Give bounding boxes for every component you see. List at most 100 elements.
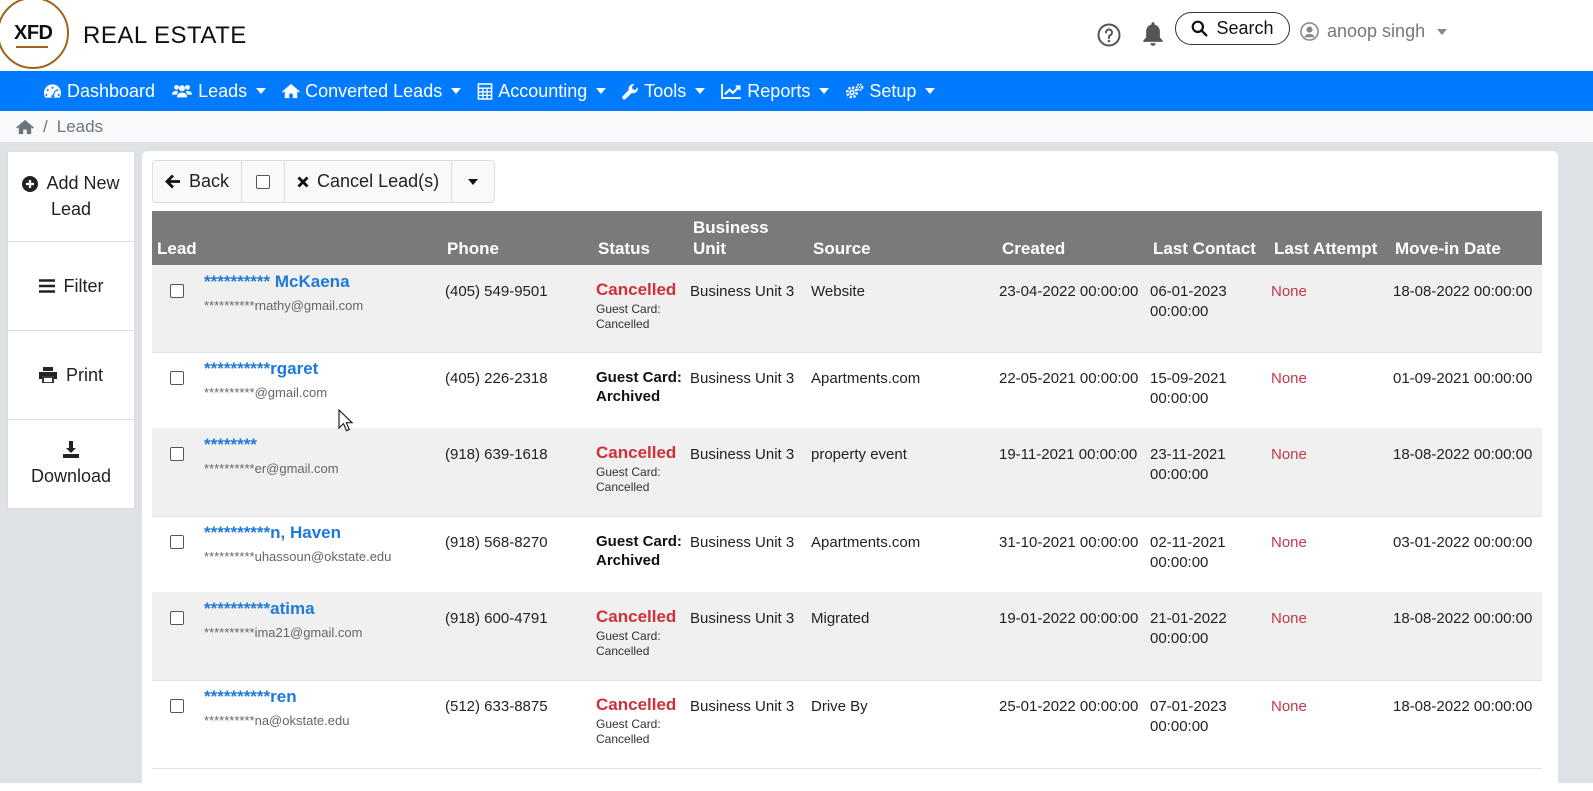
print-button[interactable]: Print: [8, 331, 134, 420]
sidebar-label: Lead: [50, 199, 92, 219]
last-contact-time: 00:00:00: [1150, 390, 1209, 407]
nav-label: Tools: [644, 80, 687, 101]
business-unit: Business Unit 3: [690, 610, 795, 627]
lead-name-link[interactable]: ********** McKaena: [204, 272, 350, 292]
col-move-in-date[interactable]: Move-in Date: [1395, 238, 1501, 259]
last-attempt: None: [1271, 283, 1307, 300]
user-menu[interactable]: anoop singh: [1300, 21, 1448, 42]
last-contact-time: 00:00:00: [1150, 303, 1209, 320]
source: Drive By: [811, 698, 868, 715]
source: Apartments.com: [811, 534, 921, 551]
status-main: Cancelled: [596, 443, 677, 462]
col-source[interactable]: Source: [813, 238, 871, 259]
lead-email: **********er@gmail.com: [204, 461, 339, 476]
filter-button[interactable]: Filter: [8, 242, 134, 331]
lead-email: **********@gmail.com: [204, 385, 328, 400]
lead-email: **********ima21@gmail.com: [204, 625, 363, 640]
status-sub: Archived: [596, 552, 661, 569]
back-button[interactable]: Back: [153, 161, 243, 202]
created-date: 19-01-2022 00:00:00: [999, 610, 1139, 627]
nav-tools[interactable]: Tools: [614, 81, 713, 102]
col-status[interactable]: Status: [598, 238, 650, 259]
status-sub: Guest Card:: [596, 717, 661, 731]
move-in-date: 18-08-2022 00:00:00: [1393, 446, 1533, 463]
table-row[interactable]: ********** McKaena **********rnathy@gmail…: [152, 265, 1542, 353]
row-checkbox[interactable]: [170, 284, 184, 298]
created-date: 22-05-2021 00:00:00: [999, 370, 1139, 387]
chevron-down-icon: [256, 88, 267, 94]
nav-label: Accounting: [498, 80, 588, 101]
table-row[interactable]: ******** **********er@gmail.com (918) 639-…: [152, 428, 1542, 517]
add-new-lead-button[interactable]: Add New Lead: [8, 152, 134, 242]
row-checkbox[interactable]: [170, 699, 184, 713]
help-icon[interactable]: [1097, 23, 1121, 47]
lead-name-link[interactable]: **********atima: [204, 599, 315, 619]
row-checkbox[interactable]: [170, 447, 184, 461]
status-sub: Cancelled: [596, 732, 650, 746]
status-sub: Guest Card:: [596, 629, 661, 643]
nav-leads[interactable]: Leads: [163, 81, 274, 102]
sidebar-label: Download: [30, 466, 112, 486]
nav-accounting[interactable]: Accounting: [469, 81, 614, 102]
checkbox[interactable]: [256, 174, 271, 189]
col-last-attempt[interactable]: Last Attempt: [1274, 238, 1377, 259]
download-button[interactable]: Download: [8, 420, 134, 508]
more-actions-dropdown[interactable]: [452, 161, 494, 202]
line-chart-icon: [721, 83, 742, 99]
lead-name-link[interactable]: **********rgaret: [204, 359, 318, 379]
last-contact-date: 15-09-2021: [1150, 370, 1227, 387]
business-unit: Business Unit 3: [690, 698, 795, 715]
bell-icon[interactable]: [1140, 20, 1166, 48]
select-all-checkbox[interactable]: [242, 161, 286, 202]
move-in-date: 01-09-2021 00:00:00: [1393, 370, 1533, 387]
table-row[interactable]: **********rgaret **********@gmail.com (405…: [152, 352, 1542, 429]
row-checkbox[interactable]: [170, 535, 184, 549]
col-phone[interactable]: Phone: [447, 238, 499, 259]
users-icon: [171, 84, 193, 98]
table-row[interactable]: **********ren **********na@okstate.edu (51…: [152, 680, 1542, 769]
table-row[interactable]: **********n, Haven **********uhassoun@oks…: [152, 516, 1542, 593]
status-main: Cancelled: [596, 280, 677, 299]
col-business-unit-line2[interactable]: Unit: [693, 238, 726, 259]
col-created[interactable]: Created: [1002, 238, 1065, 259]
nav-label: Dashboard: [67, 80, 156, 101]
lead-name-link[interactable]: ********: [204, 435, 257, 455]
lead-name-link[interactable]: **********ren: [204, 687, 297, 707]
col-lead[interactable]: Lead: [157, 238, 197, 259]
gears-icon: [846, 83, 864, 98]
dashboard-icon: [43, 84, 61, 99]
nav-dashboard[interactable]: Dashboard: [35, 81, 163, 102]
user-avatar-icon: [1300, 22, 1319, 41]
phone: (405) 549-9501: [445, 283, 548, 300]
created-date: 19-11-2021 00:00:00: [999, 446, 1138, 463]
brand-name: REAL ESTATE: [83, 22, 247, 49]
row-checkbox[interactable]: [170, 611, 184, 625]
phone: (918) 600-4791: [445, 610, 548, 627]
back-label: Back: [189, 171, 230, 191]
home-icon[interactable]: [16, 119, 34, 135]
status-sub: Cancelled: [596, 480, 650, 494]
source: Apartments.com: [811, 370, 921, 387]
lead-name-link[interactable]: **********n, Haven: [204, 523, 341, 543]
chevron-down-icon: [451, 88, 462, 94]
created-date: 23-04-2022 00:00:00: [999, 283, 1139, 300]
business-unit: Business Unit 3: [690, 283, 795, 300]
nav-setup[interactable]: Setup: [837, 81, 943, 102]
search-button[interactable]: Search: [1175, 12, 1290, 45]
row-checkbox[interactable]: [170, 371, 184, 385]
status-sub: Guest Card:: [596, 465, 661, 479]
cancel-leads-label: Cancel Lead(s): [317, 171, 440, 191]
cancel-leads-button[interactable]: Cancel Lead(s): [285, 161, 453, 202]
sidebar-label: Print: [65, 364, 103, 385]
status-sub: Guest Card:: [596, 302, 661, 316]
business-unit: Business Unit 3: [690, 446, 795, 463]
created-date: 25-01-2022 00:00:00: [999, 698, 1139, 715]
col-last-contact[interactable]: Last Contact: [1153, 238, 1256, 259]
nav-converted-leads[interactable]: Converted Leads: [274, 81, 469, 102]
chevron-down-icon: [819, 88, 830, 94]
business-unit: Business Unit 3: [690, 370, 795, 387]
nav-label: Setup: [869, 80, 917, 101]
col-business-unit-line1[interactable]: Business: [693, 217, 769, 238]
nav-reports[interactable]: Reports: [713, 81, 837, 102]
table-row[interactable]: **********atima **********ima21@gmail.com…: [152, 592, 1542, 681]
